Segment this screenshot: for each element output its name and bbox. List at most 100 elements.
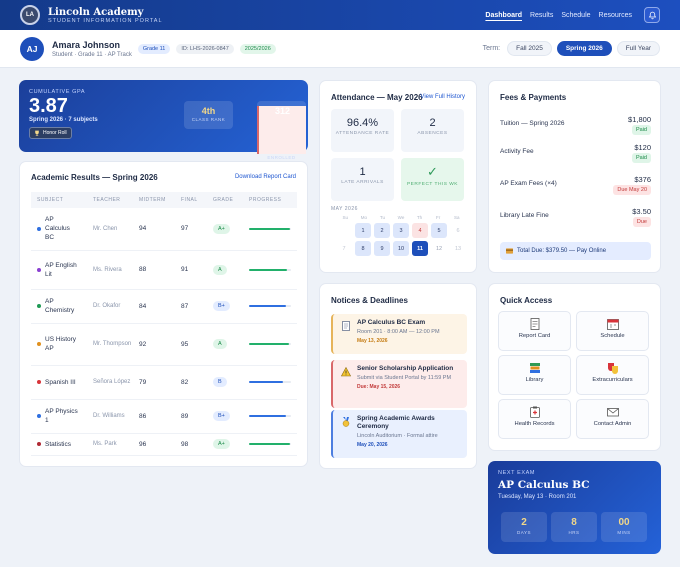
nav-schedule[interactable]: Schedule	[561, 12, 590, 19]
view-history-link[interactable]: View Full History	[420, 94, 465, 100]
perfect-week-box: ✓ PERFECT THIS WK	[401, 158, 464, 201]
table-row[interactable]: AP Chemistry Dr. Okafor 84 87 B+	[31, 289, 297, 324]
table-row[interactable]: Spanish III Señora López 79 82 B	[31, 365, 297, 400]
results-body: AP Calculus BC Mr. Chen 94 97 A+ AP English L…	[31, 208, 297, 456]
notice-item[interactable]: Senior Scholarship Application Submit vi…	[331, 360, 467, 408]
quick-library[interactable]: Library	[498, 355, 571, 395]
progress-fill	[249, 443, 291, 445]
calendar-weekdays: Su Mo Tu We Th Fr Sa	[336, 215, 466, 220]
school-year-badge: 2025/2026	[239, 43, 276, 54]
total-due-text: Total Due: $379.50 — Pay Online	[517, 248, 607, 254]
progress-cell	[243, 323, 297, 366]
calendar-day[interactable]: 3	[393, 223, 409, 238]
term-label: Term:	[482, 45, 501, 52]
teacher-cell: Ms. Park	[87, 433, 133, 456]
table-row[interactable]: AP Physics 1 Dr. Williams 86 89 B+	[31, 399, 297, 434]
subject-name: AP Calculus BC	[45, 216, 70, 242]
school-name: Lincoln Academy	[48, 6, 144, 18]
calendar-day[interactable]: 6	[450, 223, 466, 238]
calendar-day[interactable]: 1	[355, 223, 371, 238]
fee-amount: $1,800	[628, 115, 651, 124]
calendar-day[interactable]: 5	[431, 223, 447, 238]
midterm-cell: 86	[133, 399, 175, 434]
calendar-day[interactable]: 2	[374, 223, 390, 238]
calendar-week-2: 7 8 9 10 11 12 13	[336, 241, 466, 256]
col-subject: SUBJECT	[31, 192, 87, 208]
progress-fill	[249, 268, 288, 271]
quick-report-card[interactable]: Report Card	[498, 311, 571, 351]
weekday-label: We	[397, 215, 405, 220]
calendar-day[interactable]: 12	[431, 241, 447, 256]
midterm-cell: 92	[133, 323, 175, 366]
late-arrivals-value: 1	[359, 166, 366, 178]
fee-row[interactable]: AP Exam Fees (×4) $376 Due May 20	[500, 175, 651, 203]
nav-results[interactable]: Results	[530, 12, 553, 19]
progress-bar	[249, 227, 291, 230]
fee-amount: $376	[634, 175, 651, 184]
term-selector: Term: Fall 2025 Spring 2026 Full Year	[483, 41, 660, 56]
download-report-link[interactable]: Download Report Card	[235, 174, 296, 180]
pay-online-button[interactable]: Total Due: $379.50 — Pay Online	[500, 242, 651, 260]
calendar-day[interactable]: 13	[450, 241, 466, 256]
term-full-year[interactable]: Full Year	[616, 41, 660, 56]
calendar-day[interactable]: 4	[412, 223, 428, 238]
quick-schedule[interactable]: Schedule	[576, 311, 649, 351]
fee-row[interactable]: Activity Fee $120 Paid	[500, 143, 651, 171]
subject-name: AP Physics 1	[45, 408, 78, 424]
calendar-day[interactable]: 8	[355, 241, 371, 256]
progress-cell	[243, 250, 297, 290]
calendar-week-1: 123456	[336, 223, 466, 238]
weekday-label: Th	[416, 215, 423, 220]
student-id-badge: ID: LHS-2026-0847	[176, 43, 234, 54]
midterm-cell: 94	[133, 208, 175, 251]
subject-cell: US History AP	[31, 323, 87, 366]
subject-dot	[37, 414, 41, 418]
avatar[interactable]: AJ	[20, 36, 44, 61]
quick-extracurriculars[interactable]: Extracurriculars	[576, 355, 649, 395]
teacher-cell: Dr. Okafor	[87, 289, 133, 324]
nav-dashboard[interactable]: Dashboard	[485, 12, 522, 19]
term-fall-2025[interactable]: Fall 2025	[507, 41, 552, 56]
quick-contact-admin[interactable]: Contact Admin	[576, 399, 649, 439]
term-spring-2026[interactable]: Spring 2026	[556, 41, 612, 56]
countdown-hours-label: HRS	[568, 530, 580, 535]
class-rank-value: 4th	[201, 106, 216, 116]
fee-row[interactable]: Library Late Fine $3.50 Due	[500, 207, 651, 235]
calendar-day[interactable]: 10	[393, 241, 409, 256]
notifications-button[interactable]	[644, 7, 660, 23]
table-row[interactable]: AP Calculus BC Mr. Chen 94 97 A+	[31, 208, 297, 251]
fee-status-badge: Due	[632, 217, 651, 227]
honor-roll-badge: Honor Roll	[29, 127, 72, 139]
subject-name: Statistics	[45, 440, 72, 448]
attendance-title: Attendance — May 2026	[331, 93, 423, 102]
calendar-day[interactable]: 9	[374, 241, 390, 256]
countdown-minutes: 00 MINS	[601, 512, 647, 542]
subject-dot	[37, 442, 41, 446]
fee-row[interactable]: Tuition — Spring 2026 $1,800 Paid	[500, 115, 651, 143]
notice-item[interactable]: AP Calculus BC Exam Room 201 · 8:00 AM —…	[331, 314, 467, 354]
subject-name: AP Chemistry	[45, 298, 75, 314]
quick-access-card: Quick Access Report Card Schedule Librar…	[488, 283, 661, 451]
subject-cell: AP Physics 1	[31, 399, 87, 434]
progress-fill	[249, 381, 284, 383]
calendar-day[interactable]: 7	[336, 241, 352, 256]
notice-date: May 20, 2026	[357, 442, 388, 448]
subject-name: Spanish III	[45, 378, 76, 386]
nav-resources[interactable]: Resources	[599, 12, 632, 19]
notice-item[interactable]: Spring Academic Awards Ceremony Lincoln …	[331, 410, 467, 458]
quick-health-records[interactable]: Health Records	[498, 399, 571, 439]
countdown-minutes-value: 00	[618, 517, 630, 528]
late-arrivals-label: LATE ARRIVALS	[341, 180, 384, 185]
books-icon	[529, 363, 540, 373]
final-cell: 89	[175, 399, 207, 434]
table-row[interactable]: AP English Lit Ms. Rivera 88 91 A	[31, 250, 297, 290]
subject-cell: Statistics	[31, 433, 87, 456]
calendar-day[interactable]: 11	[412, 241, 428, 256]
quick-contact-admin-label: Contact Admin	[593, 421, 632, 427]
grade-badge: A	[213, 264, 227, 275]
weekday-label: Tu	[379, 215, 385, 220]
grade-cell: A+	[207, 433, 243, 456]
progress-cell	[243, 365, 297, 400]
table-row[interactable]: US History AP Mr. Thompson 92 95 A	[31, 323, 297, 366]
table-row[interactable]: Statistics Ms. Park 96 98 A+	[31, 433, 297, 456]
